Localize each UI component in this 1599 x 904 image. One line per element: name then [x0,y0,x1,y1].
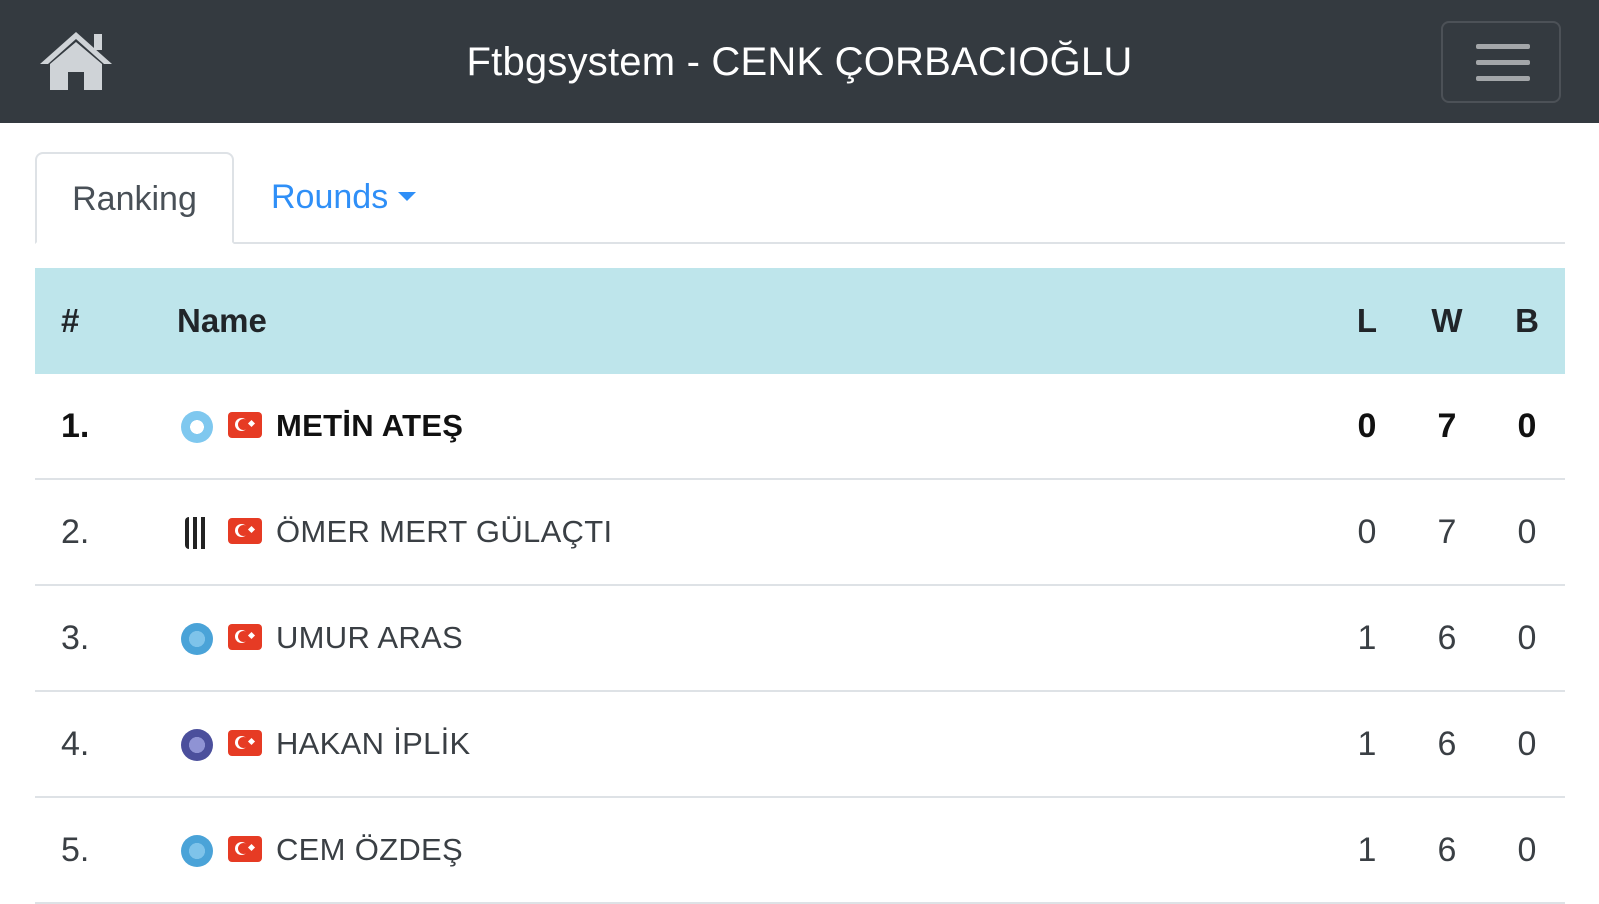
turkey-flag-icon [228,730,262,756]
caret-down-icon [398,191,417,201]
player-name[interactable]: CEM ÖZDEŞ [276,798,463,902]
player-name[interactable]: HAKAN İPLİK [276,692,471,796]
page-title: Ftbgsystem - CENK ÇORBACIOĞLU [466,40,1133,84]
b-cell: 0 [1517,407,1537,445]
header-b: B [1515,302,1539,339]
tab-bar: Ranking Rounds [35,152,1565,244]
wins-cell: 6 [1437,619,1457,657]
wins-cell: 7 [1437,513,1457,551]
losses-cell: 1 [1357,725,1377,763]
losses-cell: 1 [1357,831,1377,869]
player-name[interactable]: ÖMER MERT GÜLAÇTI [276,480,612,584]
tab-rounds-dropdown[interactable]: Rounds [271,152,451,244]
rank-cell: 4. [61,725,90,763]
rank-cell: 1. [61,407,90,445]
hamburger-menu-icon[interactable] [1441,21,1561,103]
turkey-flag-icon [228,518,262,544]
table-row[interactable]: 1. METİN ATEŞ 0 7 0 [35,374,1565,480]
b-cell: 0 [1517,725,1537,763]
header-w: W [1431,302,1463,339]
turkey-flag-icon [228,836,262,862]
header-name: Name [177,302,267,339]
club-badge-icon [181,729,213,761]
table-header-row: # Name L W B [35,268,1565,374]
navbar: Ftbgsystem - CENK ÇORBACIOĞLU [0,0,1599,123]
b-cell: 0 [1517,831,1537,869]
rank-cell: 5. [61,831,90,869]
b-cell: 0 [1517,619,1537,657]
club-badge-icon [181,835,213,867]
table-row[interactable]: 3. UMUR ARAS 1 6 0 [35,586,1565,692]
player-name[interactable]: UMUR ARAS [276,586,463,690]
turkey-flag-icon [228,624,262,650]
losses-cell: 1 [1357,619,1377,657]
losses-cell: 0 [1357,513,1377,551]
player-name[interactable]: METİN ATEŞ [276,374,463,478]
besiktas-badge-icon [185,517,209,549]
rank-cell: 3. [61,619,90,657]
tab-ranking[interactable]: Ranking [35,152,234,244]
losses-cell: 0 [1357,407,1377,445]
b-cell: 0 [1517,513,1537,551]
wins-cell: 6 [1437,725,1457,763]
club-badge-icon [181,411,213,443]
turkey-flag-icon [228,412,262,438]
table-row[interactable]: 4. HAKAN İPLİK 1 6 0 [35,692,1565,798]
table-row[interactable]: 5. CEM ÖZDEŞ 1 6 0 [35,798,1565,904]
wins-cell: 6 [1437,831,1457,869]
header-l: L [1356,302,1378,339]
wins-cell: 7 [1437,407,1457,445]
club-badge-icon [181,623,213,655]
table-row[interactable]: 2. ÖMER MERT GÜLAÇTI 0 7 0 [35,480,1565,586]
rank-cell: 2. [61,513,90,551]
tab-rounds-label: Rounds [271,178,389,216]
header-rank: # [61,302,80,339]
